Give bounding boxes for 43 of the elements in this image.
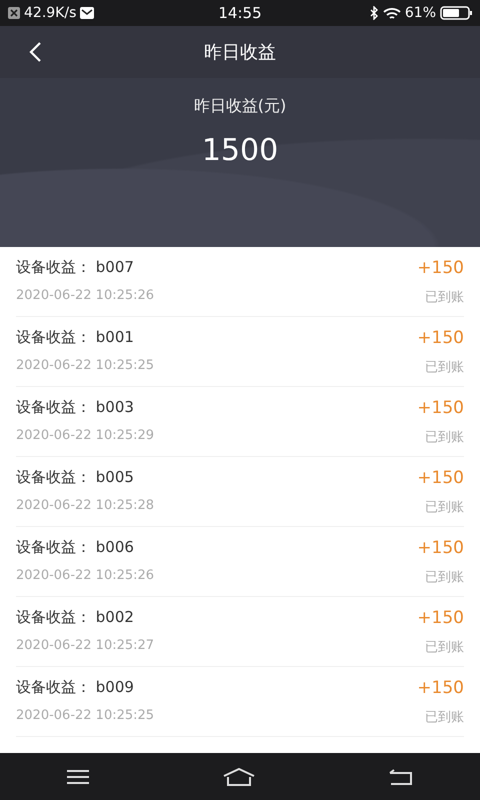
record-time: 2020-06-22 10:25:25 (16, 708, 156, 724)
record-time: 2020-06-22 10:25:29 (16, 428, 156, 444)
page-title: 昨日收益 (204, 41, 276, 64)
record-time: 2020-06-22 10:25:25 (16, 358, 156, 374)
record-time: 2020-06-22 10:25:28 (16, 498, 156, 514)
record-status: 已到账 (425, 428, 464, 446)
record-title: 设备收益： b002 (16, 608, 135, 628)
record-amount: +150 (417, 538, 464, 558)
battery-icon (440, 6, 472, 20)
notification-icon (8, 7, 20, 19)
record-title: 设备收益： b009 (16, 678, 135, 698)
record-amount: +150 (417, 328, 464, 348)
summary-amount: 1500 (202, 133, 278, 168)
home-icon[interactable] (223, 768, 255, 786)
bluetooth-icon (370, 6, 379, 20)
wifi-icon (382, 6, 401, 20)
record-amount: +150 (417, 678, 464, 698)
return-icon[interactable] (389, 768, 413, 784)
record-status: 已到账 (425, 638, 464, 656)
record-amount: +150 (417, 398, 464, 418)
record-status: 已到账 (425, 498, 464, 516)
network-speed: 42.9K/s (24, 5, 76, 21)
record-status: 已到账 (425, 568, 464, 586)
menu-icon[interactable] (67, 768, 89, 784)
record-title: 设备收益： b006 (16, 538, 135, 558)
record-time: 2020-06-22 10:25:27 (16, 638, 156, 654)
record-time: 2020-06-22 10:25:26 (16, 568, 156, 584)
battery-percentage: 61% (404, 5, 436, 21)
back-icon[interactable] (28, 41, 42, 63)
record-title: 设备收益： b007 (16, 258, 135, 278)
record-amount: +150 (417, 258, 464, 278)
record-title: 设备收益： b001 (16, 328, 135, 348)
summary-label: 昨日收益(元) (194, 96, 286, 117)
record-status: 已到账 (425, 288, 464, 306)
record-amount: +150 (417, 608, 464, 628)
record-status: 已到账 (425, 358, 464, 376)
record-status: 已到账 (425, 708, 464, 726)
mail-icon (80, 7, 94, 19)
record-amount: +150 (417, 468, 464, 488)
record-title: 设备收益： b003 (16, 398, 135, 418)
record-time: 2020-06-22 10:25:26 (16, 288, 156, 304)
record-title: 设备收益： b005 (16, 468, 135, 488)
clock: 14:55 (218, 4, 262, 22)
